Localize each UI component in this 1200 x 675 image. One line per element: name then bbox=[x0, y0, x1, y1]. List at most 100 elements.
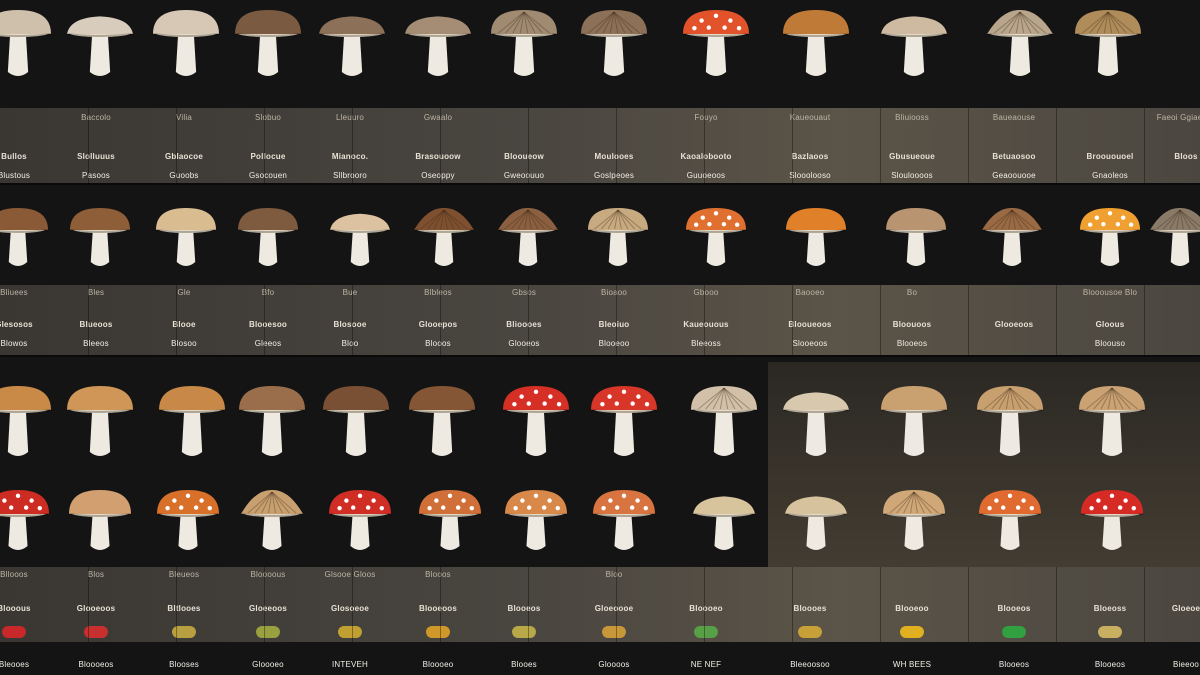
mushroom-stem bbox=[89, 408, 111, 456]
specimen-label-low: Bloooeos bbox=[78, 660, 114, 669]
cap-spot bbox=[427, 505, 432, 511]
cap-spot bbox=[1015, 505, 1021, 510]
specimen-label-mid: Broououoel bbox=[1086, 152, 1134, 161]
mushroom-stem bbox=[350, 228, 370, 266]
specimen-label-top: Blos bbox=[87, 570, 105, 579]
mushroom-stem bbox=[1009, 32, 1031, 76]
color-swatch bbox=[338, 626, 362, 638]
mushroom-specimen bbox=[64, 8, 136, 86]
cap-spot bbox=[636, 394, 641, 399]
specimen-label-low: Slooolooso bbox=[789, 171, 831, 180]
cell-divider bbox=[880, 285, 881, 355]
specimen-label-mid: Glooepos bbox=[418, 320, 458, 329]
mushroom-stem bbox=[806, 228, 826, 266]
mushroom-specimen bbox=[590, 488, 658, 560]
specimen-label-low: Blooes bbox=[511, 660, 537, 669]
mushroom-cap bbox=[405, 16, 471, 34]
mushroom-cap bbox=[159, 386, 225, 410]
cap-spot bbox=[351, 505, 356, 510]
specimen-label-top: Baooeo bbox=[795, 288, 825, 297]
specimen-label-top: Vilia bbox=[176, 113, 192, 122]
mushroom-stem bbox=[1097, 32, 1119, 76]
cell-divider bbox=[968, 567, 969, 642]
mushroom-stem bbox=[903, 32, 925, 76]
cell-divider bbox=[704, 567, 705, 642]
specimen-label-mid: Gloeoe bbox=[1171, 604, 1200, 613]
mushroom-cap bbox=[238, 208, 298, 230]
cap-spot bbox=[635, 498, 640, 503]
mushroom-stem bbox=[257, 32, 279, 76]
cell-divider bbox=[352, 567, 353, 642]
mushroom-stem bbox=[427, 32, 449, 76]
cap-spot bbox=[1089, 505, 1094, 511]
specimen-label-mid: Gbusueoue bbox=[889, 152, 935, 161]
mushroom-specimen bbox=[416, 488, 484, 560]
cell-divider bbox=[968, 108, 969, 184]
mushroom-chart-sheet: Baccolo Vilia Slobuo Lleuuro Gwaalo Fouyo Kaue… bbox=[0, 0, 1200, 675]
specimen-label-mid: Pollocue bbox=[250, 152, 286, 161]
mushroom-specimen bbox=[690, 488, 758, 560]
mushroom-stem bbox=[1002, 228, 1022, 266]
specimen-label-low: Blustous bbox=[0, 171, 31, 180]
cap-spot bbox=[520, 498, 525, 503]
cap-spot bbox=[615, 505, 620, 510]
mushroom-stem bbox=[805, 32, 827, 76]
mushroom-specimen bbox=[0, 8, 54, 86]
mushroom-cap bbox=[979, 490, 1041, 514]
mushroom-specimen bbox=[495, 206, 561, 276]
mushroom-specimen bbox=[236, 384, 308, 466]
specimen-label-mid: Kaueouous bbox=[683, 320, 729, 329]
mushroom-specimen bbox=[578, 8, 650, 86]
cell-divider bbox=[264, 567, 265, 642]
mushroom-cap bbox=[785, 496, 847, 514]
cap-spot bbox=[455, 505, 461, 510]
cap-spot bbox=[193, 505, 199, 510]
cap-spot bbox=[207, 505, 212, 511]
specimen-label-low: Glooeos bbox=[508, 339, 540, 348]
cap-spot bbox=[447, 493, 453, 499]
cap-spot bbox=[721, 222, 727, 227]
cap-spot bbox=[548, 394, 553, 399]
cap-spot bbox=[1029, 505, 1034, 511]
mushroom-cap bbox=[156, 208, 216, 230]
mushroom-stem bbox=[513, 32, 535, 76]
specimen-label-low: Sllbrooro bbox=[333, 171, 367, 180]
mushroom-specimen bbox=[1077, 206, 1143, 276]
specimen-label-mid: Bloooes bbox=[793, 604, 827, 613]
cap-spot bbox=[736, 25, 742, 31]
mushroom-specimen bbox=[688, 384, 760, 466]
cap-spot bbox=[607, 394, 612, 399]
cell-divider bbox=[1144, 108, 1145, 184]
mushroom-cap bbox=[505, 490, 567, 514]
specimen-label-low: Goslpeoes bbox=[593, 171, 635, 180]
mushroom-cap bbox=[783, 392, 849, 410]
cap-spot bbox=[1121, 215, 1126, 220]
mushroom-specimen bbox=[984, 8, 1056, 86]
cap-spot bbox=[1109, 493, 1115, 499]
specimen-label-mid: Blooueow bbox=[504, 152, 544, 161]
mushroom-cap bbox=[319, 16, 385, 34]
cell-divider bbox=[704, 285, 705, 355]
cap-spot bbox=[556, 401, 562, 407]
cell-divider bbox=[1056, 285, 1057, 355]
cap-spot bbox=[357, 493, 363, 499]
cell-divider bbox=[176, 108, 177, 184]
specimen-label-mid: Bazlaoos bbox=[791, 152, 829, 161]
cell-divider bbox=[88, 567, 89, 642]
specimen-label-low: Gsocouen bbox=[248, 171, 288, 180]
specimen-label-top: Blooos bbox=[425, 570, 451, 579]
cap-spot bbox=[707, 222, 712, 227]
specimen-label-top: Bliuees bbox=[0, 288, 28, 297]
cap-spot bbox=[185, 493, 191, 499]
mushroom-cap bbox=[330, 213, 390, 230]
cell-divider bbox=[792, 108, 793, 184]
cap-spot bbox=[469, 505, 474, 511]
cap-spot bbox=[1096, 498, 1101, 503]
specimen-label-low: Blooses bbox=[169, 660, 199, 669]
specimen-label-mid: Glosoeoe bbox=[330, 604, 370, 613]
mushroom-cap bbox=[235, 10, 301, 34]
cap-spot bbox=[555, 505, 560, 511]
specimen-label-top: Bue bbox=[342, 288, 358, 297]
cell-divider bbox=[968, 285, 969, 355]
cell-divider bbox=[528, 285, 529, 355]
